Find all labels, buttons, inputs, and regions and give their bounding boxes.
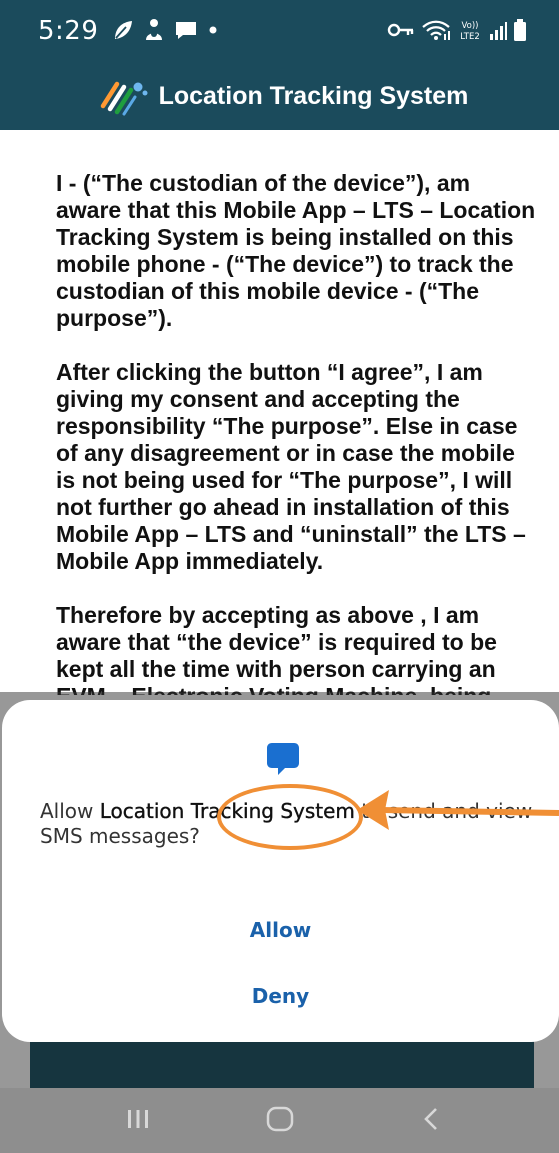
permission-dialog: Allow Location Tracking System to send a… (2, 700, 559, 1042)
background-app-button (30, 1040, 534, 1088)
navigation-bar (0, 1088, 559, 1153)
consent-paragraph-1: I - (“The custodian of the device”), am … (56, 170, 536, 331)
key-icon (387, 23, 414, 37)
fingerprint-icon (146, 19, 162, 40)
consent-paragraph-2: After clicking the button “I agree”, I a… (56, 359, 526, 574)
status-time: 5:29 (38, 16, 99, 46)
consent-text: I - (“The custodian of the device”), am … (56, 170, 536, 695)
consent-paragraph-3: Therefore by accepting as above , I am a… (56, 602, 497, 695)
battery-icon (514, 19, 526, 41)
app-bar-content: Location Tracking System (99, 76, 469, 116)
home-icon[interactable] (265, 1104, 295, 1134)
recent-apps-icon[interactable] (125, 1104, 151, 1134)
eci-logo-icon (100, 81, 148, 116)
dot-icon (209, 26, 217, 34)
notification-icons (112, 18, 218, 42)
system-status-icons: Vo)) LTE2 (387, 18, 527, 42)
app-bar: Location Tracking System (0, 62, 559, 130)
deny-button[interactable]: Deny (2, 984, 559, 1008)
permission-message: Allow Location Tracking System to send a… (40, 799, 540, 849)
back-icon[interactable] (418, 1104, 444, 1134)
permission-message-prefix: Allow (40, 799, 100, 823)
sms-icon (267, 743, 299, 775)
svg-text:LTE2: LTE2 (460, 32, 480, 41)
svg-text:Vo)): Vo)) (462, 21, 479, 31)
status-bar: 5:29 Vo)) LTE2 (0, 0, 559, 62)
wifi-icon (422, 20, 450, 40)
leaf-icon (115, 21, 132, 39)
volte-icon: Vo)) LTE2 (460, 21, 480, 41)
allow-button[interactable]: Allow (2, 918, 559, 942)
signal-icon (490, 22, 507, 40)
chat-icon (176, 22, 196, 39)
permission-app-name: Location Tracking System (99, 799, 356, 823)
app-title: Location Tracking System (158, 81, 469, 110)
